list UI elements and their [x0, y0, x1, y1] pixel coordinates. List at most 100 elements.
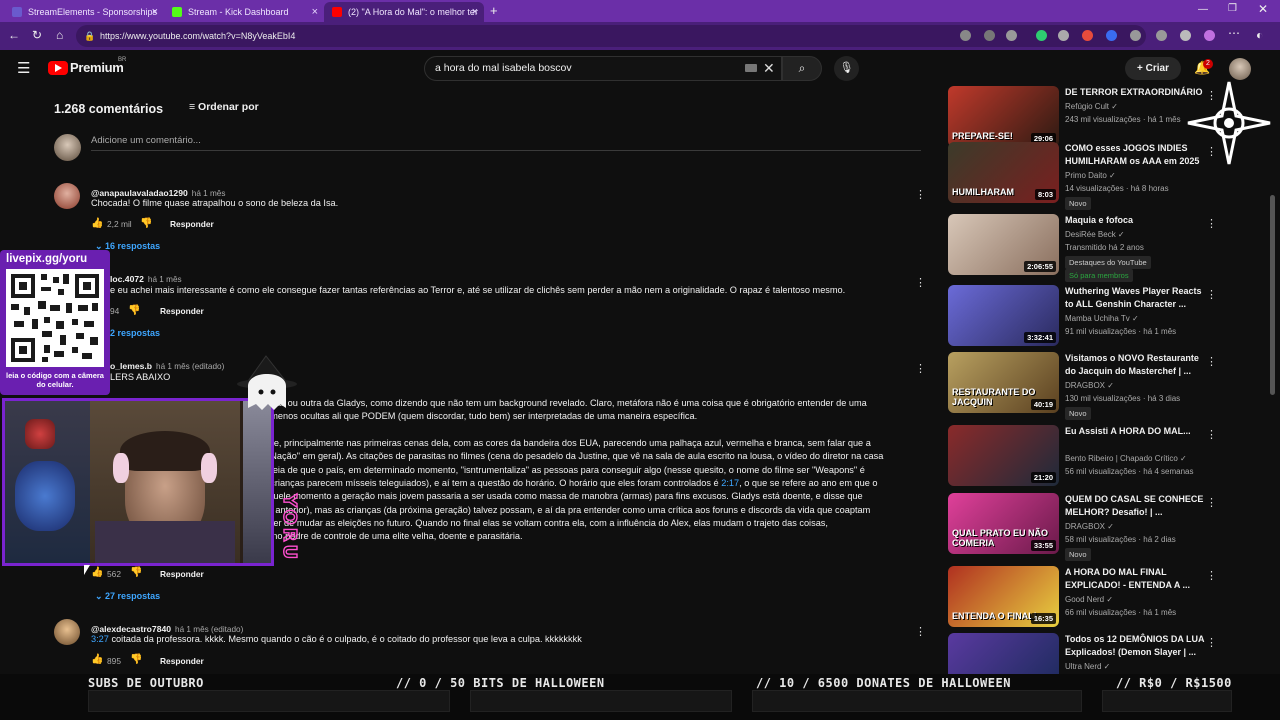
back-icon[interactable]: ←	[8, 28, 20, 42]
home-icon[interactable]: ⌂	[56, 28, 63, 42]
extension-icon[interactable]	[1130, 30, 1141, 41]
comment-time[interactable]: há 1 mês (editado)	[156, 362, 224, 371]
video-title[interactable]: Visitamos o NOVO Restaurante do Jacquin …	[1065, 352, 1205, 378]
comment-author[interactable]: @anapaulavaladao1290	[91, 188, 188, 198]
video-title[interactable]: Maquia e fofoca	[1065, 214, 1205, 227]
video-thumbnail[interactable]: 2:06:55	[948, 214, 1059, 275]
avatar[interactable]	[1229, 58, 1251, 80]
more-actions-icon[interactable]: ⋮	[915, 362, 926, 375]
video-title[interactable]: Todos os 12 DEMÔNIOS DA LUA Explicados! …	[1065, 633, 1205, 659]
sort-button[interactable]: ≡ Ordenar por	[189, 101, 259, 113]
more-actions-icon[interactable]: ⋮	[1206, 355, 1217, 368]
maximize-button[interactable]: ❐	[1228, 3, 1237, 14]
add-comment-input[interactable]: Adicione um comentário...	[91, 135, 201, 146]
favorites-icon[interactable]	[1180, 30, 1191, 41]
new-tab-button[interactable]: +	[490, 3, 498, 18]
like-icon[interactable]: 👍	[91, 654, 103, 665]
extension-icon[interactable]	[1036, 30, 1047, 41]
clear-search-icon[interactable]: ✕	[763, 57, 775, 80]
more-actions-icon[interactable]: ⋮	[915, 625, 926, 638]
video-thumbnail[interactable]: ENTENDA O FINAL! 16:35	[948, 566, 1059, 627]
scrollbar-thumb[interactable]	[1270, 195, 1275, 395]
video-channel[interactable]: Refúgio Cult ✓	[1065, 102, 1118, 111]
like-icon[interactable]: 👍	[91, 218, 103, 229]
extension-icon[interactable]	[1058, 30, 1069, 41]
reply-button[interactable]: Responder	[170, 219, 214, 229]
more-actions-icon[interactable]: ⋮	[1206, 428, 1217, 441]
video-title[interactable]: A HORA DO MAL FINAL EXPLICADO! - ENTENDA…	[1065, 566, 1205, 592]
show-replies-button[interactable]: ⌄ 27 respostas	[95, 591, 160, 602]
split-screen-icon[interactable]	[1156, 30, 1167, 41]
dislike-icon[interactable]: 👎	[140, 218, 152, 229]
favorite-icon[interactable]	[1006, 30, 1017, 41]
video-title[interactable]: COMO esses JOGOS INDIES HUMILHARAM os AA…	[1065, 142, 1205, 168]
comment-author[interactable]: loc.4072	[110, 274, 144, 284]
video-thumbnail[interactable]: 3:32:41	[948, 285, 1059, 346]
tab-kick-dashboard[interactable]: Stream - Kick Dashboard ×	[164, 2, 324, 22]
video-channel[interactable]: DRAGBOX ✓	[1065, 381, 1114, 390]
video-channel[interactable]: DRAGBOX ✓	[1065, 522, 1114, 531]
close-icon[interactable]: ×	[152, 6, 158, 18]
extension-icon[interactable]	[1106, 30, 1117, 41]
more-actions-icon[interactable]: ⋮	[1206, 569, 1217, 582]
video-thumbnail[interactable]: HUMILHARAM 8:03	[948, 142, 1059, 203]
search-button[interactable]: ⌕	[782, 56, 822, 81]
timestamp-link[interactable]: 2:17	[721, 478, 739, 488]
more-actions-icon[interactable]: ⋮	[915, 188, 926, 201]
comment-author[interactable]: o_lemes.b	[110, 361, 152, 371]
video-thumbnail[interactable]: RESTAURANTE DO JACQUIN 40:19	[948, 352, 1059, 413]
close-window-button[interactable]: ✕	[1258, 2, 1268, 16]
video-thumbnail[interactable]: PREPARE-SE! 29:06	[948, 86, 1059, 147]
comment-time[interactable]: há 1 mês	[192, 189, 226, 198]
extension-icon[interactable]	[960, 30, 971, 41]
video-channel[interactable]: DesiRée Beck ✓	[1065, 230, 1125, 239]
timestamp-link[interactable]: 3:27	[91, 634, 109, 644]
more-actions-icon[interactable]: ⋮	[1206, 496, 1217, 509]
more-actions-icon[interactable]: ⋮	[1206, 636, 1217, 649]
minimize-button[interactable]: —	[1198, 4, 1208, 15]
video-title[interactable]: DE TERROR EXTRAORDINÁRIO	[1065, 86, 1205, 99]
comment-time[interactable]: há 1 mês	[148, 275, 182, 284]
video-thumbnail[interactable]: 21:20	[948, 425, 1059, 486]
video-channel[interactable]: Ultra Nerd ✓	[1065, 662, 1110, 671]
like-icon[interactable]: 👍	[91, 567, 103, 578]
more-actions-icon[interactable]: ⋮	[1206, 217, 1217, 230]
menu-icon[interactable]: ☰	[17, 59, 30, 77]
youtube-logo-icon[interactable]	[48, 61, 68, 75]
video-channel[interactable]: Bento Ribeiro | Chapado Crítico ✓	[1065, 454, 1187, 463]
dislike-icon[interactable]: 👎	[130, 567, 142, 578]
extension-icon[interactable]	[984, 30, 995, 41]
more-actions-icon[interactable]: ⋮	[915, 276, 926, 289]
reply-button[interactable]: Responder	[160, 306, 204, 316]
reply-button[interactable]: Responder	[160, 569, 204, 579]
show-replies-button[interactable]: 2 respostas	[110, 328, 160, 338]
copilot-icon[interactable]: ◐	[1256, 28, 1263, 42]
dislike-icon[interactable]: 👎	[130, 654, 142, 665]
tab-youtube[interactable]: (2) "A Hora do Mal": o melhor ter ×	[324, 2, 484, 22]
close-icon[interactable]: ×	[312, 6, 318, 18]
logo-text[interactable]: Premium	[70, 60, 124, 75]
profile-icon[interactable]	[1204, 30, 1215, 41]
extension-icon[interactable]	[1082, 30, 1093, 41]
reply-button[interactable]: Responder	[160, 656, 204, 666]
close-icon[interactable]: ×	[472, 6, 478, 18]
video-title[interactable]: Wuthering Waves Player Reacts to ALL Gen…	[1065, 285, 1205, 311]
video-channel[interactable]: Good Nerd ✓	[1065, 595, 1113, 604]
more-icon[interactable]: ⋯	[1228, 26, 1240, 40]
comment-author[interactable]: @alexdecastro7840	[91, 624, 171, 634]
keyboard-icon[interactable]	[745, 64, 757, 72]
video-thumbnail[interactable]: QUAL PRATO EU NÃO COMERIA 33:55	[948, 493, 1059, 554]
tab-streamelements[interactable]: StreamElements - Sponsorships ×	[4, 2, 164, 22]
search-input[interactable]: a hora do mal isabela boscov ✕	[424, 56, 782, 81]
reload-icon[interactable]: ↻	[32, 28, 42, 42]
voice-search-button[interactable]: 🎙	[834, 56, 859, 81]
video-channel[interactable]: Mamba Uchiha Tv ✓	[1065, 314, 1139, 323]
comment-avatar[interactable]	[54, 619, 80, 645]
video-title[interactable]: QUEM DO CASAL SE CONHECE MELHOR? Desafio…	[1065, 493, 1205, 519]
create-button[interactable]: + Criar	[1125, 57, 1181, 80]
dislike-icon[interactable]: 👎	[128, 305, 140, 316]
comment-avatar[interactable]	[54, 183, 80, 209]
video-title[interactable]: Eu Assisti A HORA DO MAL...	[1065, 425, 1205, 438]
video-channel[interactable]: Primo Daito ✓	[1065, 171, 1116, 180]
comment-time[interactable]: há 1 mês (editado)	[175, 625, 243, 634]
